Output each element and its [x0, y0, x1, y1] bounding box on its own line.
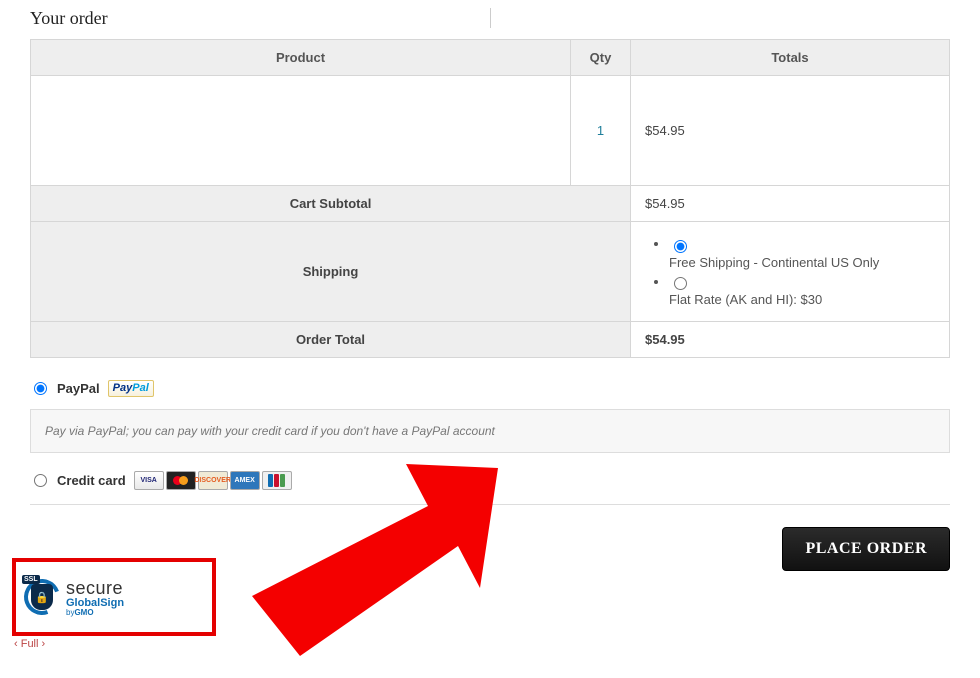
jcb-card-icon [262, 471, 292, 490]
product-name-cell [31, 76, 571, 186]
card-icons-group: VISA DISCOVER AMEX [134, 471, 292, 490]
order-review-table: Product Qty Totals 1 $54.95 Cart Subtota… [30, 39, 950, 358]
payment-row-creditcard: Credit card VISA DISCOVER AMEX [30, 463, 950, 498]
amex-card-icon: AMEX [230, 471, 260, 490]
section-divider [30, 504, 950, 505]
visa-card-icon: VISA [134, 471, 164, 490]
table-row: 1 $54.95 [31, 76, 950, 186]
shipping-option-flat-label: Flat Rate (AK and HI): $30 [669, 292, 935, 307]
cart-subtotal-label: Cart Subtotal [31, 186, 631, 222]
order-total-label: Order Total [31, 322, 631, 358]
table-row: Order Total $54.95 [31, 322, 950, 358]
payment-name-paypal: PayPal [57, 381, 100, 396]
mastercard-card-icon [166, 471, 196, 490]
shipping-options-cell: Free Shipping - Continental US Only Flat… [631, 222, 950, 322]
col-header-totals: Totals [631, 40, 950, 76]
cart-subtotal-value: $54.95 [631, 186, 950, 222]
place-order-button[interactable]: PLACE ORDER [782, 527, 950, 571]
discover-card-icon: DISCOVER [198, 471, 228, 490]
paypal-logo-icon: PayPal [108, 380, 154, 397]
col-header-product: Product [31, 40, 571, 76]
shipping-option-free-label: Free Shipping - Continental US Only [669, 255, 935, 270]
payment-row-paypal: PayPal PayPal [30, 372, 950, 405]
table-row: Cart Subtotal $54.95 [31, 186, 950, 222]
payment-name-creditcard: Credit card [57, 473, 126, 488]
lock-icon: SSL 🔒 [24, 579, 60, 615]
product-total-cell: $54.95 [631, 76, 950, 186]
table-row: Shipping Free Shipping - Continental US … [31, 222, 950, 322]
full-size-link[interactable]: ‹ Full › [14, 638, 45, 650]
shipping-radio-flat[interactable] [674, 277, 687, 290]
seal-text: secure GlobalSign byGMO [66, 578, 124, 617]
payment-radio-paypal[interactable] [34, 382, 47, 395]
ssl-seal-badge[interactable]: SSL 🔒 secure GlobalSign byGMO [12, 558, 216, 636]
shipping-radio-free[interactable] [674, 240, 687, 253]
payment-radio-creditcard[interactable] [34, 474, 47, 487]
top-divider [490, 8, 491, 28]
payment-methods: PayPal PayPal Pay via PayPal; you can pa… [30, 372, 950, 498]
shipping-label: Shipping [31, 222, 631, 322]
col-header-qty: Qty [571, 40, 631, 76]
product-qty-cell: 1 [571, 76, 631, 186]
payment-description-paypal: Pay via PayPal; you can pay with your cr… [30, 409, 950, 453]
product-qty-link[interactable]: 1 [597, 123, 604, 138]
order-total-value: $54.95 [631, 322, 950, 358]
